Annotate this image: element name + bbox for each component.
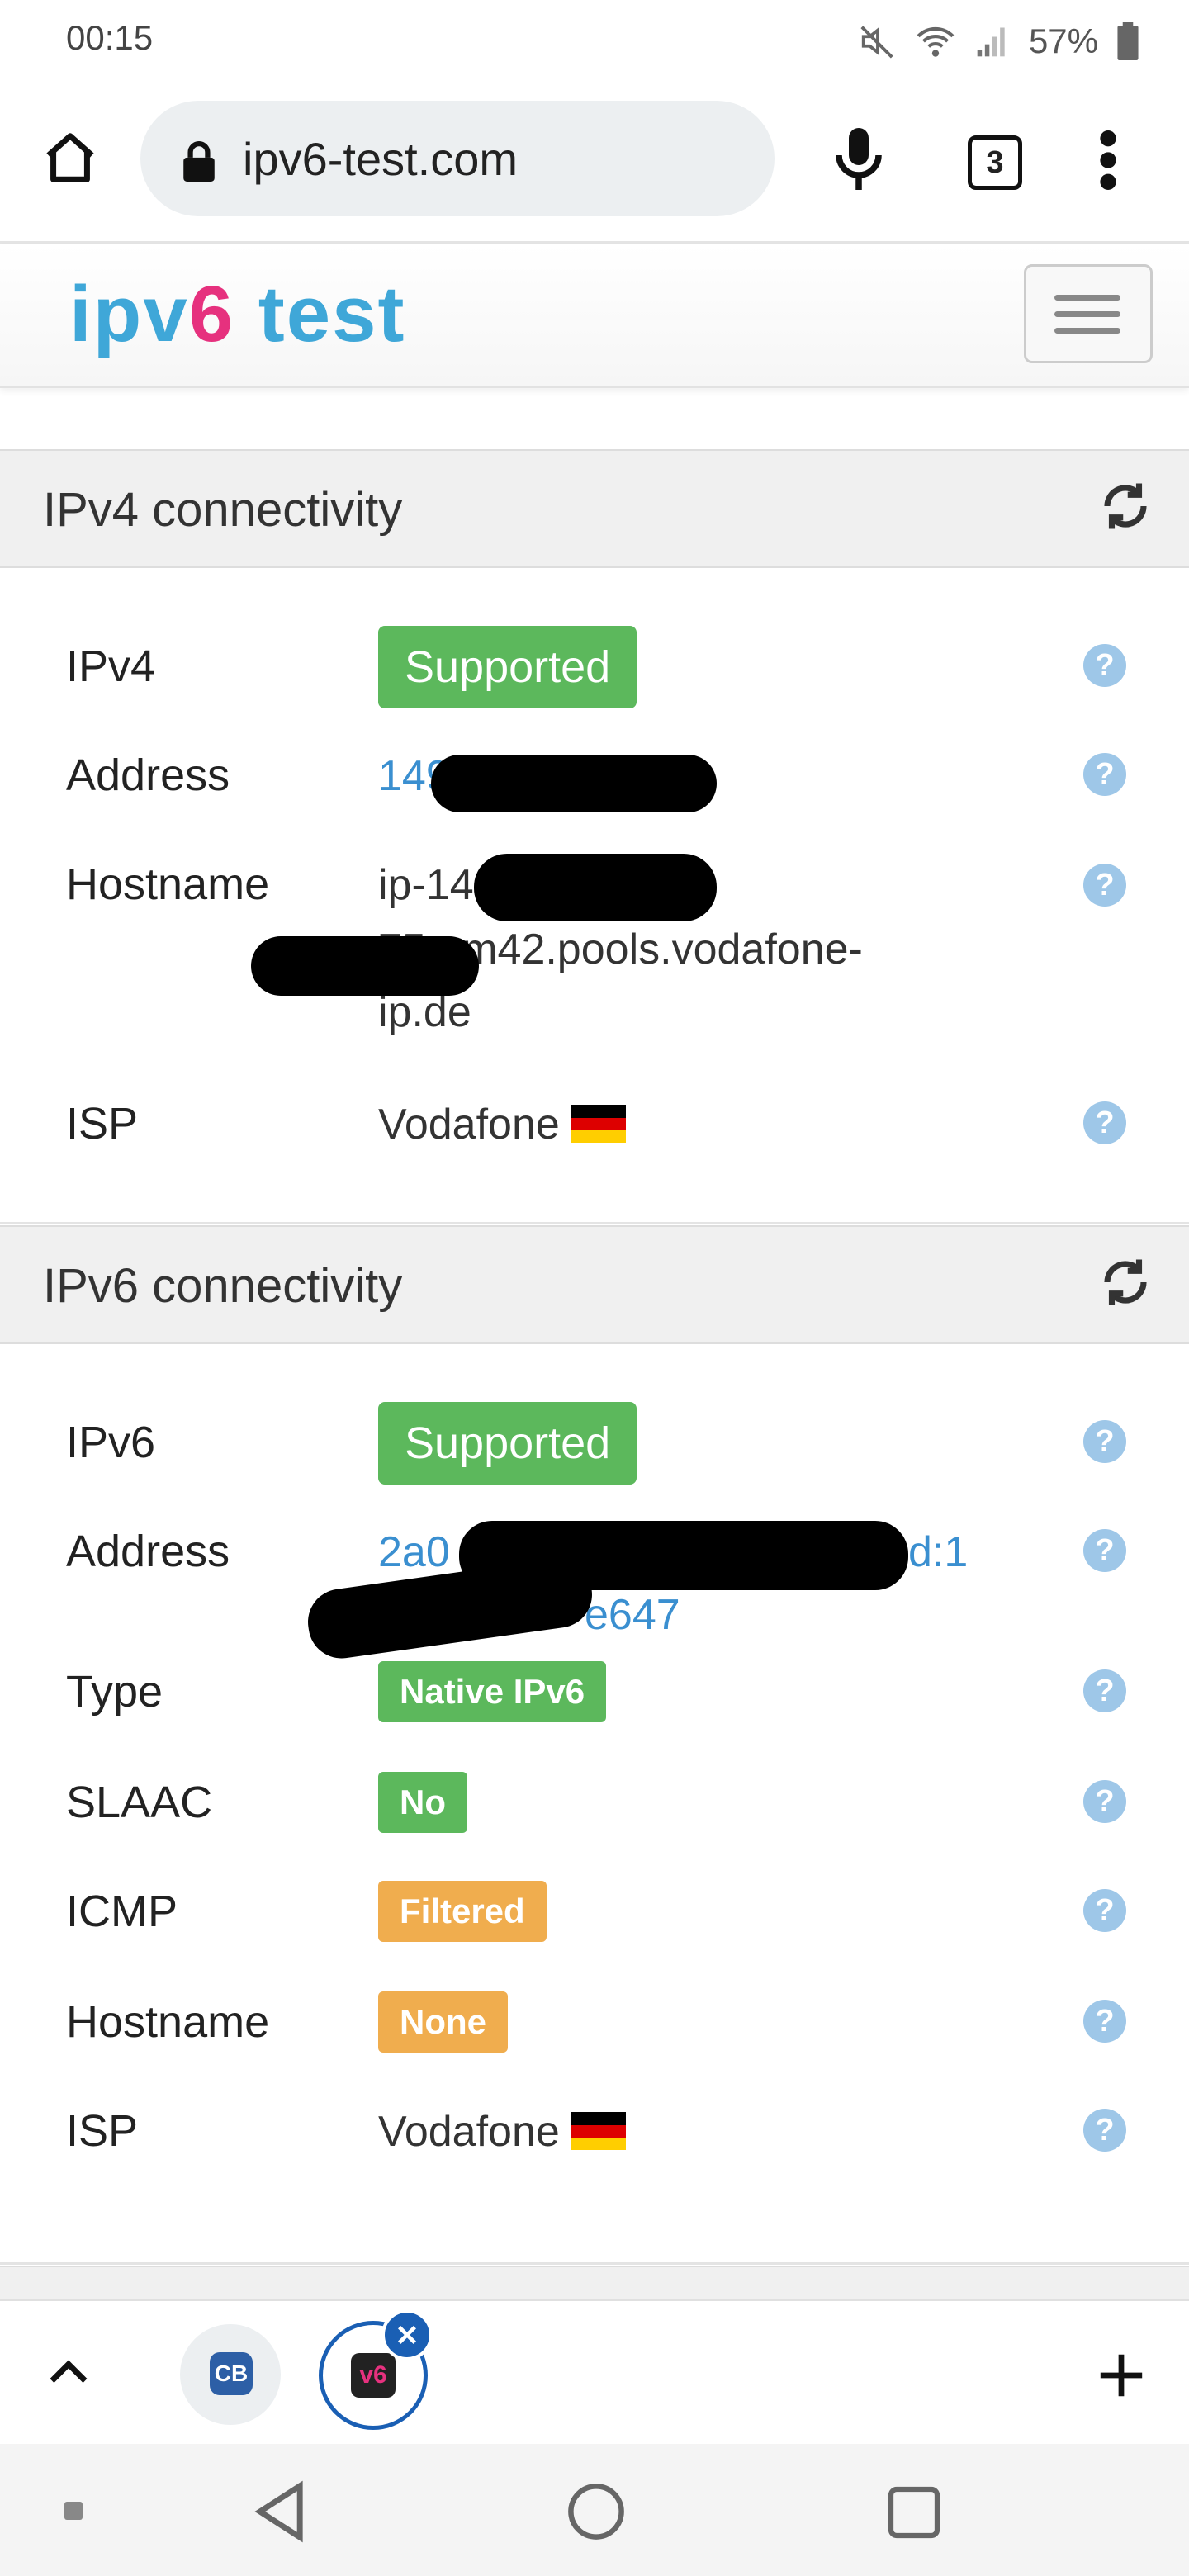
site-header: ipv6 test — [0, 244, 1189, 388]
microphone-icon[interactable] — [834, 125, 883, 195]
home-circle-icon[interactable] — [566, 2482, 626, 2541]
type-label: Type — [66, 1667, 163, 1717]
tab-thumbnail-cb[interactable]: CB — [180, 2324, 281, 2425]
ipv6-hostname-label: Hostname — [66, 1997, 270, 2047]
tab-switcher-button[interactable]: 3 — [968, 135, 1022, 190]
ipv4-address-label: Address — [66, 751, 230, 800]
help-icon[interactable]: ? — [1083, 1889, 1126, 1932]
slaac-badge: No — [378, 1772, 467, 1833]
refresh-icon[interactable] — [1098, 1255, 1153, 1309]
wifi-icon — [917, 26, 955, 57]
battery-icon — [1117, 22, 1139, 60]
help-icon[interactable]: ? — [1083, 1101, 1126, 1144]
help-icon[interactable]: ? — [1083, 1669, 1126, 1712]
ipv6-address-line1[interactable]: 2a0 — [378, 1527, 450, 1577]
signal-icon — [977, 27, 1005, 57]
status-time: 00:15 — [66, 18, 154, 57]
ipv4-isp-label: ISP — [66, 1099, 139, 1148]
help-icon[interactable]: ? — [1083, 644, 1126, 687]
mute-icon — [860, 26, 893, 59]
new-tab-plus-icon[interactable] — [1098, 2352, 1144, 2398]
help-icon[interactable]: ? — [1083, 753, 1126, 796]
ipv6-tab-icon: v6 — [351, 2353, 396, 2398]
ipv4-hostname-line1: ip-14 — [378, 861, 474, 909]
status-bar: 00:15 57% — [0, 0, 1189, 83]
nav-menu-button[interactable] — [1024, 264, 1153, 363]
help-icon[interactable]: ? — [1083, 1420, 1126, 1463]
close-tab-button[interactable] — [381, 2309, 433, 2361]
icmp-label: ICMP — [66, 1887, 178, 1936]
home-icon[interactable] — [41, 129, 99, 187]
redaction-mark — [303, 1554, 597, 1663]
ipv6-address-line1-end[interactable]: d:1 — [908, 1527, 968, 1577]
ipv6-label: IPv6 — [66, 1418, 156, 1467]
site-logo[interactable]: ipv6 test — [69, 269, 405, 360]
ipv6-panel-header: IPv6 connectivity — [0, 1225, 1189, 1344]
lock-icon — [183, 141, 215, 182]
ipv4-status-badge: Supported — [378, 626, 637, 708]
bottom-tab-bar: CB v6 — [0, 2299, 1189, 2446]
cb-tab-icon: CB — [210, 2352, 253, 2395]
ipv6-isp-value: Vodafone — [378, 2107, 626, 2157]
germany-flag-icon — [571, 2112, 626, 2151]
battery-percent: 57% — [1028, 21, 1098, 60]
next-panel-header — [0, 2266, 1189, 2300]
ipv6-isp-label: ISP — [66, 2106, 139, 2156]
address-bar[interactable]: ipv6-test.com — [140, 101, 775, 216]
icmp-badge: Filtered — [378, 1881, 547, 1942]
ipv6-panel-body: IPv6 Supported ? Address 2a0 d:1 e647 ? … — [0, 1344, 1189, 2265]
system-nav-bar — [0, 2444, 1189, 2576]
ipv4-hostname-label: Hostname — [66, 859, 270, 909]
help-icon[interactable]: ? — [1083, 1529, 1126, 1572]
ipv6-status-badge: Supported — [378, 1402, 637, 1485]
redaction-mark — [431, 755, 717, 812]
ipv4-panel-title: IPv4 connectivity — [43, 483, 403, 537]
type-badge: Native IPv6 — [378, 1661, 607, 1722]
close-icon — [398, 2326, 416, 2344]
ipv6-address-label: Address — [66, 1527, 230, 1576]
status-icons: 57% — [859, 18, 1139, 64]
recents-icon[interactable] — [885, 2484, 943, 2541]
ipv4-panel-header: IPv4 connectivity — [0, 449, 1189, 568]
ipv4-isp-value: Vodafone — [378, 1100, 626, 1149]
ipv4-panel-body: IPv4 Supported ? Address 149.172.10_.__5… — [0, 568, 1189, 1224]
browser-toolbar: ipv6-test.com 3 — [0, 83, 1189, 244]
back-icon[interactable] — [251, 2480, 309, 2543]
germany-flag-icon — [571, 1105, 626, 1144]
help-icon[interactable]: ? — [1083, 2000, 1126, 2043]
refresh-icon[interactable] — [1098, 479, 1153, 533]
redaction-mark — [474, 854, 717, 921]
help-icon[interactable]: ? — [1083, 864, 1126, 907]
nav-indicator-icon — [64, 2502, 83, 2520]
help-icon[interactable]: ? — [1083, 2109, 1126, 2152]
chevron-up-icon[interactable] — [48, 2354, 89, 2387]
more-menu-icon[interactable] — [1098, 129, 1118, 192]
ipv6-hostname-badge: None — [378, 1991, 508, 2053]
ipv6-address-line2[interactable]: e647 — [585, 1590, 680, 1640]
slaac-label: SLAAC — [66, 1778, 213, 1827]
ipv4-label: IPv4 — [66, 642, 156, 691]
redaction-mark — [251, 936, 479, 996]
url-text: ipv6-test.com — [243, 133, 518, 185]
help-icon[interactable]: ? — [1083, 1780, 1126, 1823]
ipv6-panel-title: IPv6 connectivity — [43, 1259, 403, 1313]
